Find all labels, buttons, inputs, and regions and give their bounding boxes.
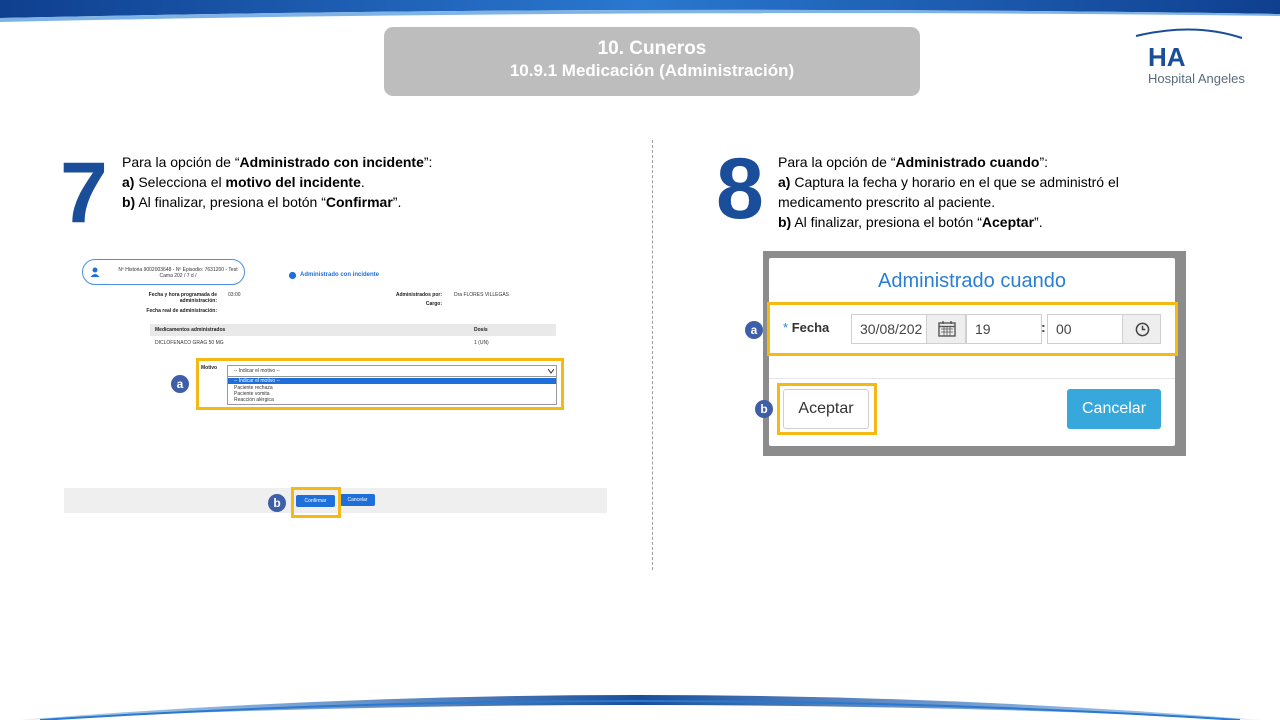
modal-title: Administrado cuando (878, 270, 1066, 292)
highlight-accept (777, 383, 877, 435)
step-8-line-1: Para la opción de “Administrado cuando”: (778, 154, 1048, 170)
cargo-label: Cargo: (425, 301, 442, 307)
step-7-line-1: Para la opción de “Administrado con inci… (122, 154, 433, 170)
scheduled-date-value: 03:00 (228, 292, 241, 298)
step-8-line-4: b) Al finalizar, presiona el botón “Acep… (778, 214, 1043, 230)
section-subtitle: 10.9.1 Medicación (Administración) (509, 61, 795, 80)
step-8-line-2: a) Captura la fecha y horario en el que … (778, 174, 1119, 190)
highlight-fecha (767, 302, 1178, 356)
section-title-box: 10. Cuneros 10.9.1 Medicación (Administr… (384, 27, 920, 96)
form-header-label: Administrado con incidente (300, 272, 380, 278)
highlight-motivo (196, 358, 564, 410)
col-dose: Dosis (474, 327, 488, 333)
step-7-line-3: b) Al finalizar, presiona el botón “Conf… (122, 194, 402, 210)
column-divider (652, 140, 653, 570)
step-8-instructions: Para la opción de “Administrado cuando”:… (778, 152, 1198, 232)
real-date-label: Fecha real de administración: (146, 308, 217, 314)
badge-a: a (745, 321, 763, 339)
col-medications: Medicamentos administrados (155, 327, 226, 333)
badge-b: b (268, 494, 286, 512)
user-icon (90, 267, 100, 277)
badge-b: b (755, 400, 773, 418)
administered-by-label: Administrados por: (395, 292, 442, 298)
scheduled-date-label: Fecha y hora programada de administració… (148, 292, 217, 304)
step-8-number: 8 (716, 141, 764, 237)
medication-name: DICLOFENACO GRAG 50 MG (155, 340, 224, 346)
pills-icon (288, 271, 297, 280)
modal-footer-divider (769, 378, 1175, 379)
cancel-button[interactable]: Cancelar (1067, 389, 1161, 429)
logo-text: Hospital Angeles (1148, 71, 1245, 86)
patient-line-2: Cama 202 / 7 d / (159, 273, 197, 279)
badge-a: a (171, 375, 189, 393)
top-header-band (0, 0, 1280, 22)
step-7-number: 7 (60, 145, 108, 241)
bottom-swoosh (20, 695, 1260, 720)
administered-by-value: Dra FLORES VILLEGAS (454, 292, 510, 298)
step-7-instructions: Para la opción de “Administrado con inci… (122, 152, 622, 212)
step-8-line-3: medicamento prescrito al paciente. (778, 194, 996, 210)
medication-dose: 1 (UN) (474, 340, 489, 346)
highlight-confirm (291, 487, 341, 518)
section-title: 10. Cuneros (597, 38, 707, 59)
step-7-line-2: a) Selecciona el motivo del incidente. (122, 174, 365, 190)
logo-mark: HA (1148, 42, 1186, 72)
cancel-button[interactable]: Cancelar (340, 494, 375, 506)
patient-info-pill: Nº Historia 9002003648 - Nº Episodio: 76… (82, 259, 245, 285)
